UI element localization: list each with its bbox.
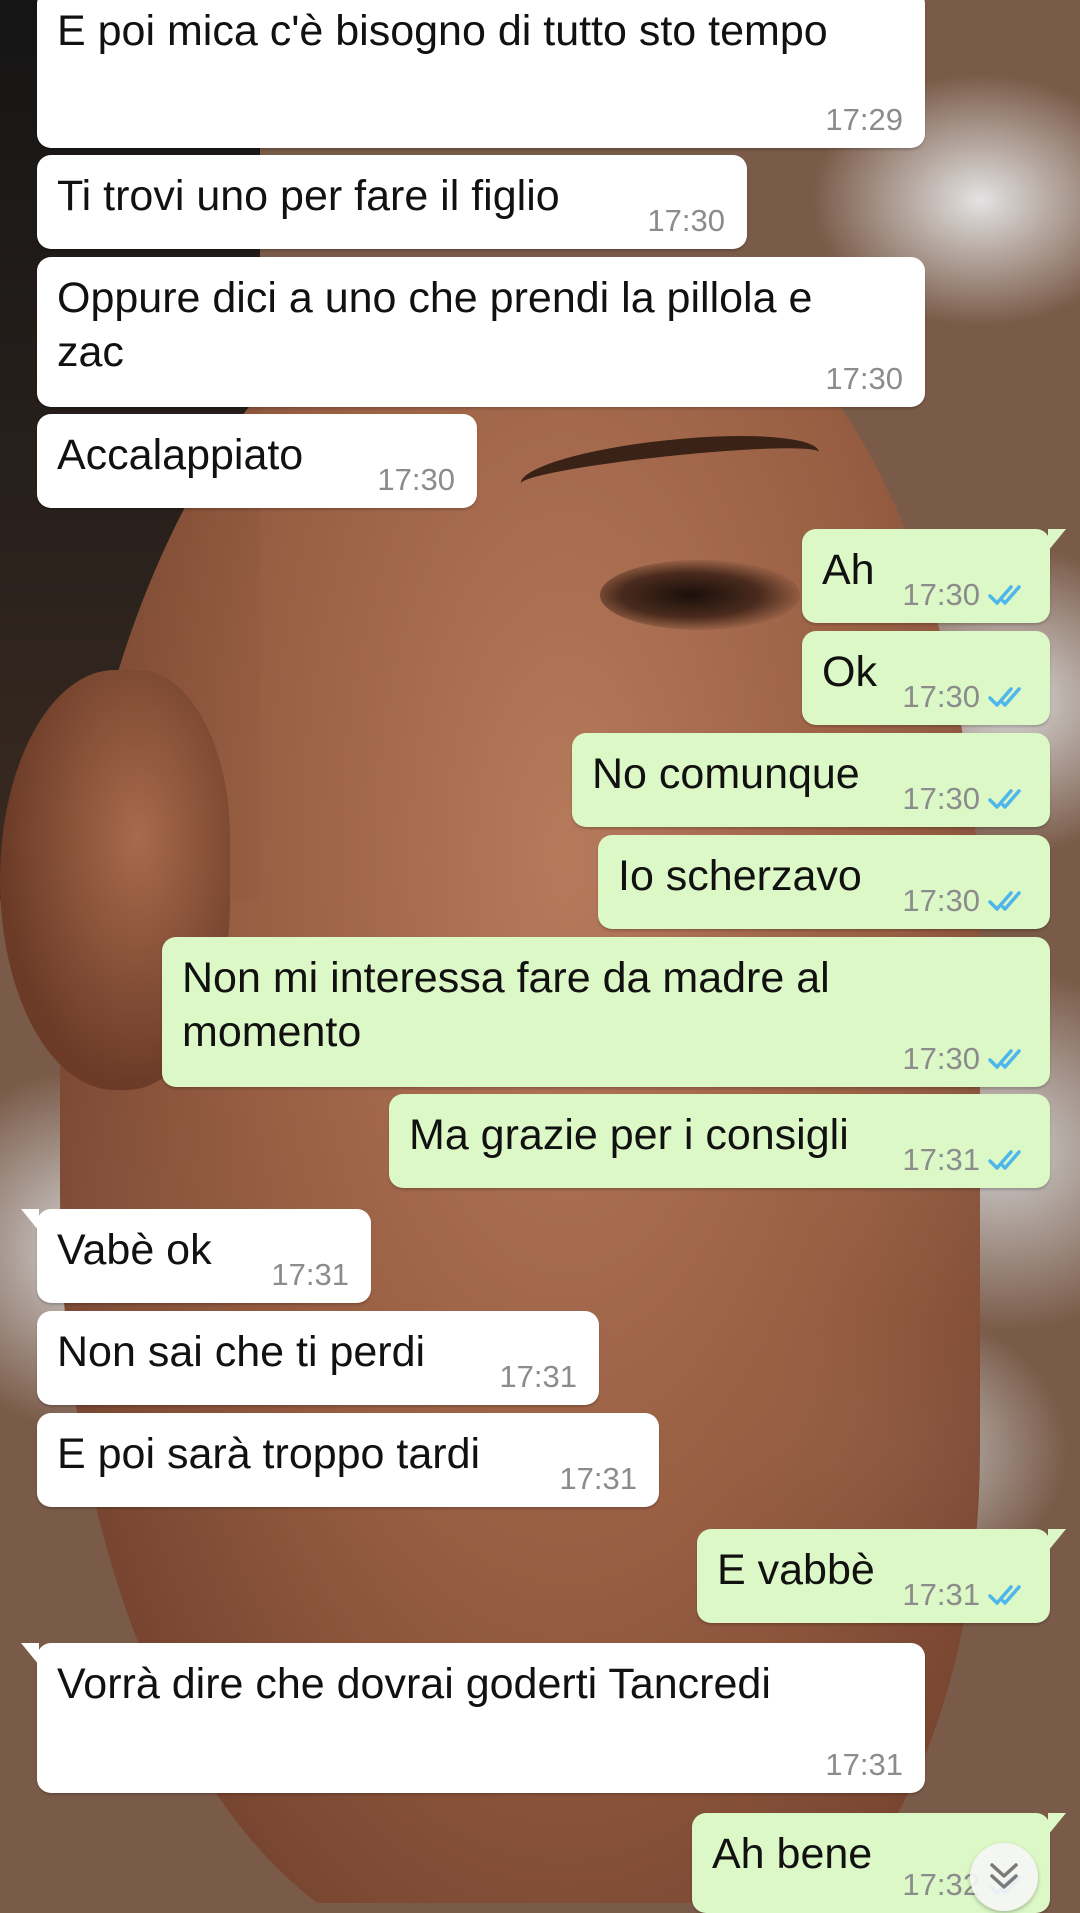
message-bubble-incoming[interactable]: Vabè ok 17:31	[21, 1209, 371, 1303]
message-bubble-incoming[interactable]: Accalappiato 17:30	[37, 414, 477, 508]
message-time: 17:30	[647, 203, 725, 238]
message-bubble-incoming[interactable]: Oppure dici a uno che prendi la pillola …	[37, 257, 925, 407]
read-receipt-icon	[988, 1049, 1021, 1069]
message-meta: 17:31	[902, 1144, 1028, 1176]
message-bubble-outgoing[interactable]: Io scherzavo 17:30	[598, 835, 1050, 929]
message-meta: 17:29	[825, 104, 903, 136]
double-chevron-down-icon	[990, 1863, 1018, 1889]
read-receipt-icon	[988, 891, 1021, 911]
message-time: 17:30	[902, 679, 980, 714]
message-meta: 17:31	[499, 1361, 577, 1393]
message-meta: 17:30	[902, 783, 1028, 815]
message-list[interactable]: E poi mica c'è bisogno di tutto sto temp…	[0, 0, 1080, 1913]
message-text: Ti trovi uno per fare il figlio	[57, 172, 560, 220]
message-bubble-outgoing[interactable]: Ok 17:30	[802, 631, 1050, 725]
message-time: 17:30	[902, 781, 980, 816]
message-time: 17:31	[499, 1359, 577, 1394]
message-bubble-outgoing[interactable]: No comunque 17:30	[572, 733, 1050, 827]
message-meta: 17:30	[647, 205, 725, 237]
message-time: 17:30	[902, 1041, 980, 1076]
message-bubble-incoming[interactable]: Vorrà dire che dovrai goderti Tancredi 1…	[21, 1643, 925, 1793]
message-meta: 17:31	[559, 1463, 637, 1495]
message-time: 17:31	[825, 1747, 903, 1782]
message-meta: 17:30	[902, 579, 1028, 611]
message-meta: 17:31	[825, 1749, 903, 1781]
message-bubble-incoming[interactable]: Ti trovi uno per fare il figlio 17:30	[37, 155, 747, 249]
message-time: 17:30	[902, 883, 980, 918]
message-time: 17:31	[559, 1461, 637, 1496]
message-bubble-outgoing[interactable]: Ma grazie per i consigli 17:31	[389, 1094, 1050, 1188]
message-time: 17:29	[825, 102, 903, 137]
message-bubble-outgoing[interactable]: E vabbè 17:31	[697, 1529, 1066, 1623]
message-bubble-outgoing[interactable]: Non mi interessa fare da madre al moment…	[162, 937, 1050, 1087]
message-text: Vorrà dire che dovrai goderti Tancredi	[57, 1660, 771, 1708]
message-text: E poi sarà troppo tardi	[57, 1430, 481, 1478]
message-meta: 17:31	[902, 1579, 1028, 1611]
message-time: 17:30	[377, 462, 455, 497]
message-time: 17:30	[825, 361, 903, 396]
message-text: Oppure dici a uno che prendi la pillola …	[57, 274, 825, 376]
read-receipt-icon	[988, 687, 1021, 707]
message-time: 17:31	[902, 1577, 980, 1612]
message-time: 17:30	[902, 577, 980, 612]
message-meta: 17:30	[902, 1043, 1028, 1075]
message-bubble-incoming[interactable]: Non sai che ti perdi 17:31	[37, 1311, 599, 1405]
read-receipt-icon	[988, 585, 1021, 605]
read-receipt-icon	[988, 789, 1021, 809]
message-bubble-incoming[interactable]: E poi sarà troppo tardi 17:31	[37, 1413, 659, 1507]
message-meta: 17:30	[902, 681, 1028, 713]
message-meta: 17:30	[377, 464, 455, 496]
message-time: 17:31	[902, 1142, 980, 1177]
message-text: E poi mica c'è bisogno di tutto sto temp…	[57, 7, 828, 55]
scroll-to-bottom-button[interactable]	[970, 1843, 1038, 1911]
message-meta: 17:30	[825, 363, 903, 395]
message-time: 17:31	[271, 1257, 349, 1292]
message-time: 17:32	[902, 1867, 980, 1902]
message-text: Non mi interessa fare da madre al moment…	[182, 954, 842, 1056]
message-bubble-incoming[interactable]: E poi mica c'è bisogno di tutto sto temp…	[37, 0, 925, 148]
read-receipt-icon	[988, 1150, 1021, 1170]
message-meta: 17:31	[271, 1259, 349, 1291]
read-receipt-icon	[988, 1585, 1021, 1605]
message-bubble-outgoing[interactable]: Ah 17:30	[802, 529, 1066, 623]
message-meta: 17:30	[902, 885, 1028, 917]
